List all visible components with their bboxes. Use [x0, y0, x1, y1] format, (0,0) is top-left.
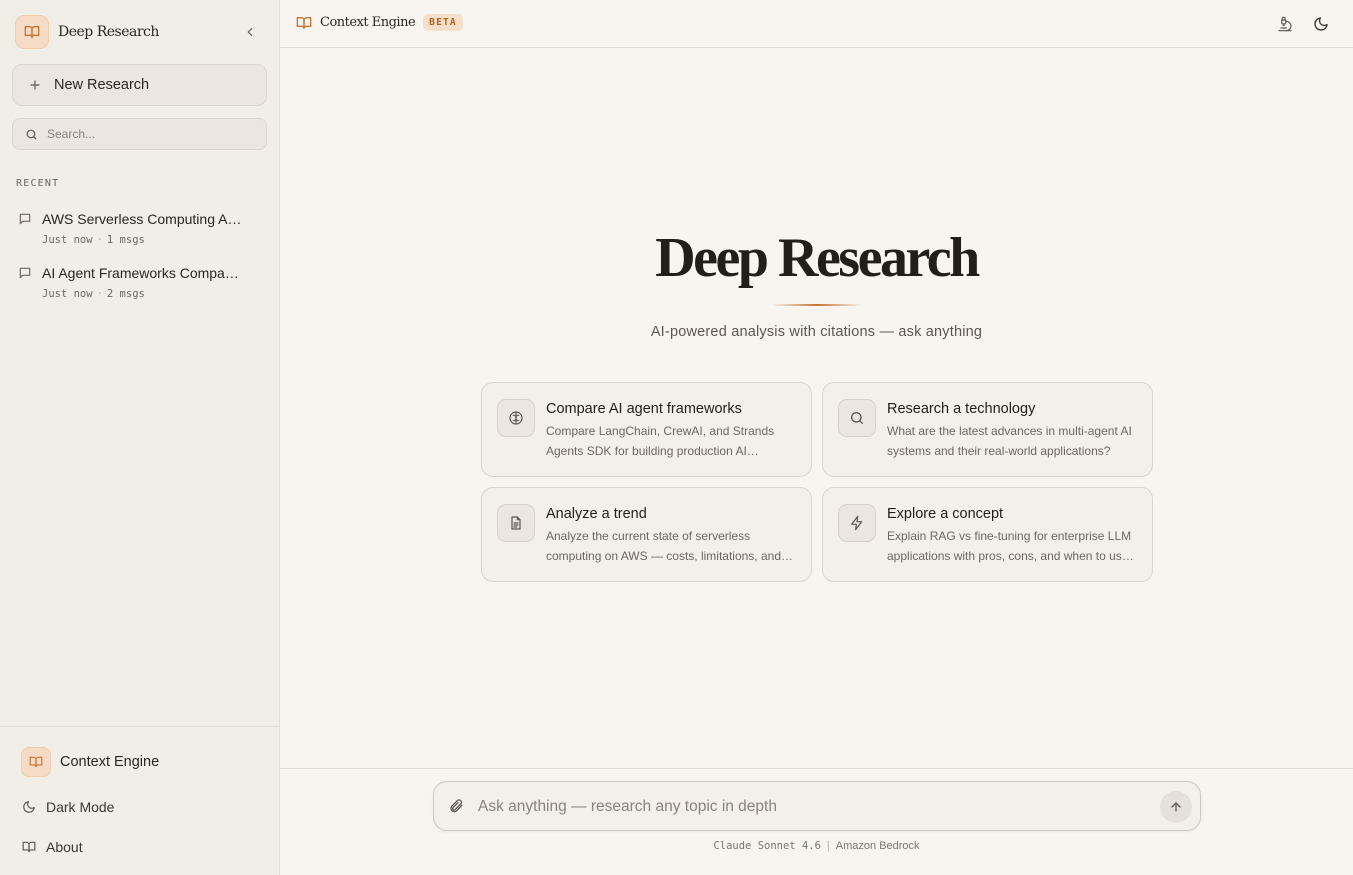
meta-separator: ·: [96, 288, 103, 300]
search-box[interactable]: [12, 118, 267, 150]
card-icon-box: [497, 399, 535, 437]
card-description: Explain RAG vs fine-tuning for enterpris…: [887, 529, 1132, 563]
meta-separator: ·: [96, 234, 103, 246]
microscope-icon: [1278, 16, 1292, 32]
hero-accent-line: [771, 304, 863, 306]
search-input[interactable]: [47, 127, 247, 141]
chat-composer: [433, 781, 1201, 831]
recent-heading: RECENT: [16, 178, 60, 189]
model-separator: |: [826, 840, 830, 852]
paperclip-icon[interactable]: [448, 798, 464, 814]
suggestion-card-analyze[interactable]: Analyze a trend Analyze the current stat…: [481, 487, 812, 582]
suggestion-card-explore[interactable]: Explore a concept Explain RAG vs fine-tu…: [822, 487, 1153, 582]
new-research-button[interactable]: New Research: [12, 64, 267, 106]
send-button[interactable]: [1160, 791, 1192, 823]
recent-item-time: Just now: [42, 234, 93, 246]
recent-item-title: AI Agent Frameworks Comparison: [42, 265, 242, 281]
about-label: About: [46, 839, 83, 855]
book-open-icon: [296, 16, 312, 29]
book-open-icon: [24, 26, 40, 38]
card-icon-box: [497, 504, 535, 542]
sidebar: Deep Research New Research RECENT AWS Se…: [0, 0, 280, 875]
plus-icon: [30, 80, 40, 90]
theme-toggle-button[interactable]: [1311, 14, 1331, 34]
sidebar-app-title: Deep Research: [58, 24, 159, 40]
recent-item[interactable]: AI Agent Frameworks Comparison Just now ·…: [16, 265, 266, 310]
suggestion-card-compare[interactable]: Compare AI agent frameworks Compare Lang…: [481, 382, 812, 477]
recent-item-title: AWS Serverless Computing Analysis: [42, 211, 242, 227]
recent-item-meta: Just now · 2 msgs: [42, 288, 145, 300]
topbar-brand-name: Context Engine: [320, 15, 416, 30]
search-icon: [26, 129, 37, 139]
about-button[interactable]: About: [22, 839, 83, 855]
card-title: Analyze a trend: [546, 506, 647, 522]
moon-icon: [1314, 17, 1328, 31]
hero-title: Deep Research: [655, 227, 980, 289]
moon-icon: [23, 801, 35, 813]
recent-item-meta: Just now · 1 msgs: [42, 234, 145, 246]
card-title: Compare AI agent frameworks: [546, 401, 742, 417]
topbar-brand: Context Engine BETA: [296, 14, 463, 31]
recent-item-time: Just now: [42, 288, 93, 300]
dark-mode-button[interactable]: Dark Mode: [22, 799, 114, 815]
chat-bubble-icon: [19, 213, 31, 225]
card-icon-box: [838, 504, 876, 542]
card-description: Analyze the current state of serverless …: [546, 529, 781, 563]
recent-item-msgs: 2 msgs: [106, 288, 145, 300]
sidebar-header: Deep Research: [15, 15, 264, 49]
card-title: Explore a concept: [887, 506, 1004, 522]
model-name: Claude Sonnet 4.6: [713, 840, 821, 852]
card-description: Compare LangChain, CrewAI, and Strands A…: [546, 424, 775, 458]
card-icon-box: [838, 399, 876, 437]
new-research-label: New Research: [54, 77, 150, 93]
collapse-sidebar-button[interactable]: [242, 24, 258, 40]
card-description: What are the latest advances in multi-ag…: [887, 424, 1132, 458]
footer-app-logo: [21, 747, 51, 777]
beta-badge: BETA: [423, 14, 463, 31]
footer-app-name: Context Engine: [60, 754, 160, 770]
book-open-icon: [29, 756, 43, 768]
lightning-icon: [851, 515, 863, 531]
chat-input[interactable]: [478, 795, 1138, 819]
chat-bubble-icon: [19, 267, 31, 279]
app-logo: [15, 15, 49, 49]
microscope-button[interactable]: [1275, 14, 1295, 34]
dark-mode-label: Dark Mode: [46, 799, 115, 815]
model-provider: Amazon Bedrock: [835, 840, 920, 852]
sidebar-footer: Context Engine Dark Mode About: [0, 726, 279, 875]
model-info: Claude Sonnet 4.6 | Amazon Bedrock: [280, 840, 1353, 852]
search-icon: [851, 412, 863, 424]
document-icon: [511, 516, 521, 530]
book-open-icon: [22, 841, 36, 853]
arrow-up-icon: [1171, 802, 1181, 812]
topbar: Context Engine BETA: [280, 0, 1353, 48]
card-title: Research a technology: [887, 401, 1036, 417]
chevron-left-icon: [247, 27, 253, 37]
suggestion-card-research[interactable]: Research a technology What are the lates…: [822, 382, 1153, 477]
footer-app: Context Engine: [21, 747, 159, 777]
recent-item[interactable]: AWS Serverless Computing Analysis Just n…: [16, 211, 266, 256]
brain-icon: [509, 411, 523, 425]
recent-item-msgs: 1 msgs: [106, 234, 145, 246]
hero-subtitle: AI-powered analysis with citations — ask…: [650, 324, 983, 340]
